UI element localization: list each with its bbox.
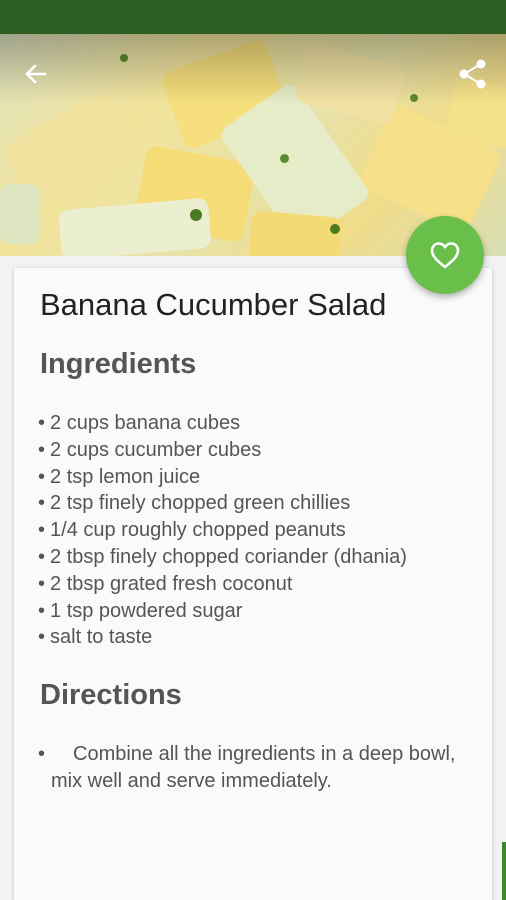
recipe-title: Banana Cucumber Salad — [40, 287, 387, 322]
directions-list: Combine all the ingredients in a deep bo… — [38, 741, 468, 795]
status-bar — [0, 0, 506, 34]
ingredient-item: salt to taste — [38, 624, 488, 651]
ingredient-item: 1/4 cup roughly chopped peanuts — [38, 517, 488, 544]
ingredient-item: 1 tsp powdered sugar — [38, 598, 488, 625]
ingredient-item: 2 tbsp grated fresh coconut — [38, 571, 488, 598]
back-button[interactable] — [18, 56, 54, 92]
arrow-left-icon — [25, 64, 47, 84]
scroll-edge-accent — [502, 842, 506, 900]
ingredient-item: 2 tsp lemon juice — [38, 464, 488, 491]
share-icon — [459, 59, 486, 89]
directions-heading: Directions — [40, 679, 182, 711]
ingredient-item: 2 tbsp finely chopped coriander (dhania) — [38, 544, 488, 571]
heart-outline-icon — [430, 242, 460, 269]
ingredients-heading: Ingredients — [40, 348, 197, 380]
favorite-button[interactable] — [406, 216, 484, 294]
ingredient-item: 2 cups cucumber cubes — [38, 437, 488, 464]
ingredient-item: 2 cups banana cubes — [38, 410, 488, 437]
share-button[interactable] — [454, 55, 492, 93]
direction-step: Combine all the ingredients in a deep bo… — [38, 741, 468, 795]
ingredient-item: 2 tsp finely chopped green chillies — [38, 490, 488, 517]
ingredients-list: 2 cups banana cubes 2 cups cucumber cube… — [38, 410, 488, 651]
